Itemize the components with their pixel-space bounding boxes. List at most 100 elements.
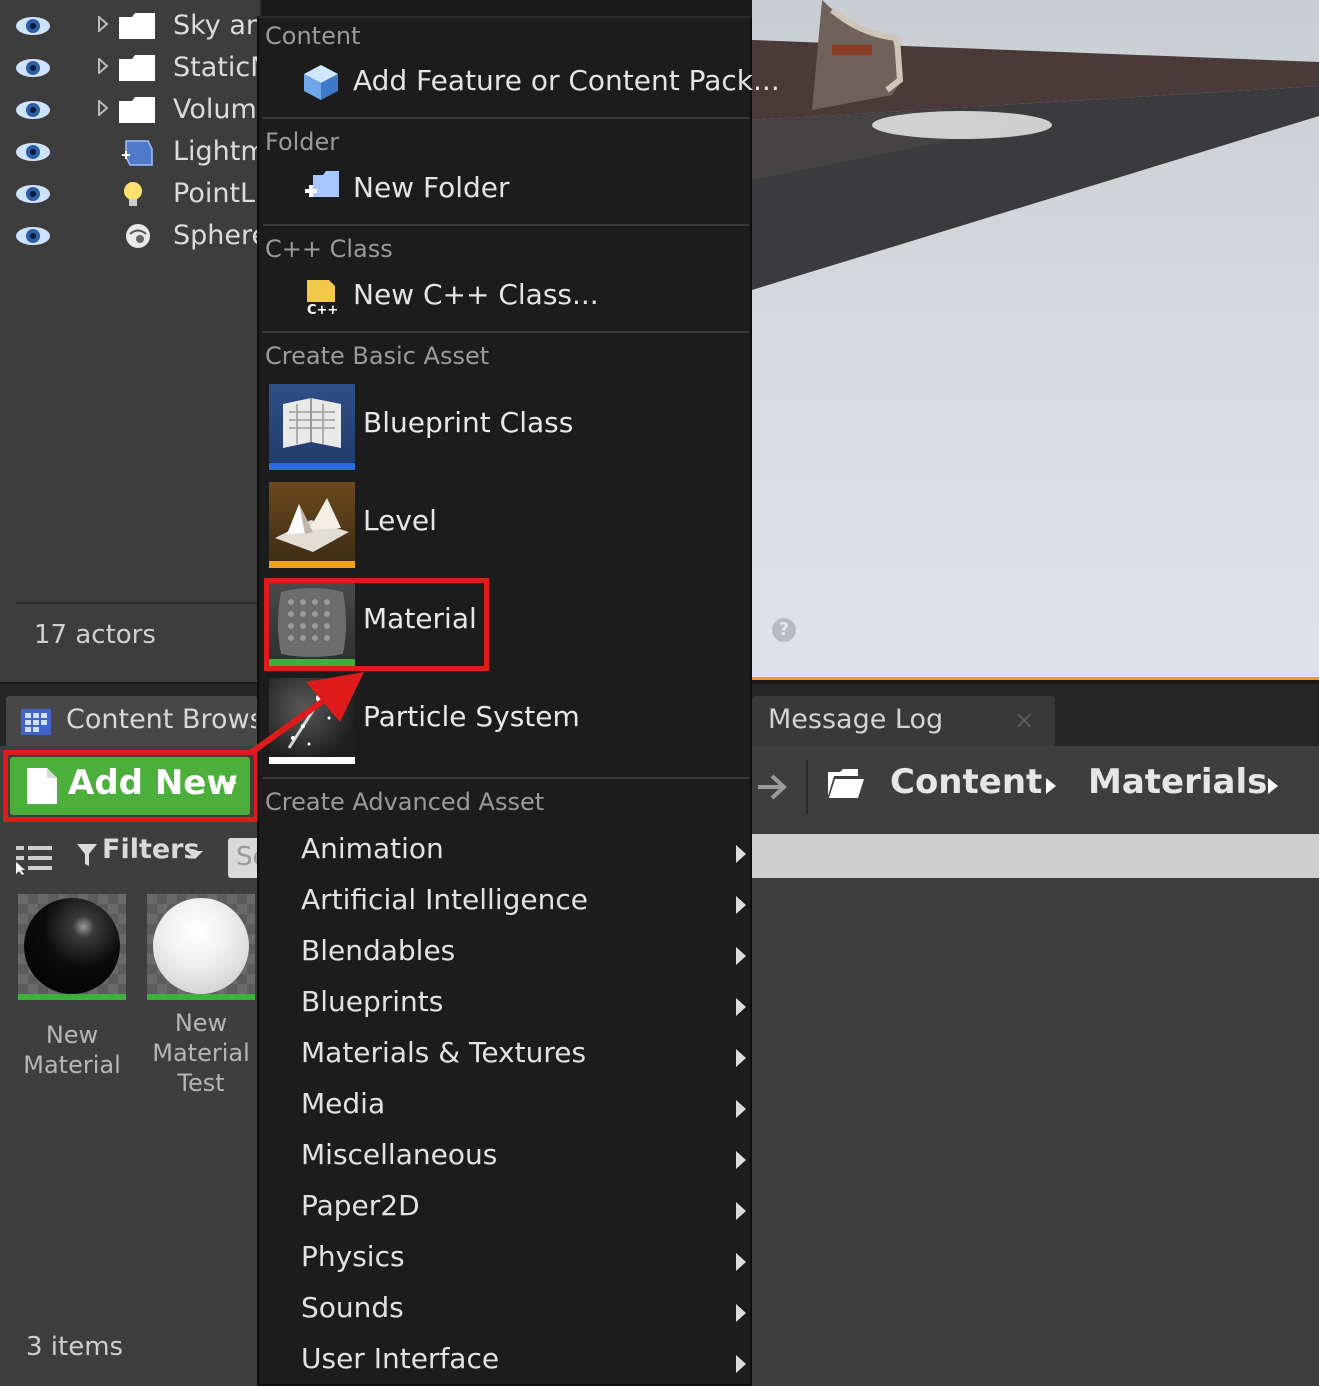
menu-item-add-feature[interactable]: Add Feature or Content Pack... bbox=[299, 58, 780, 106]
outliner-row-label: Lightmass bbox=[173, 136, 263, 167]
menu-item-label: User Interface bbox=[301, 1342, 500, 1375]
visibility-eye-icon[interactable] bbox=[14, 99, 52, 121]
outliner-row[interactable]: Lightmass bbox=[0, 130, 263, 172]
menu-item-animation[interactable]: Animation bbox=[301, 828, 751, 876]
section-header-advanced-asset: Create Advanced Asset bbox=[265, 788, 545, 816]
menu-item-label: Materials & Textures bbox=[301, 1036, 587, 1069]
menu-item-artificial-intelligence[interactable]: Artificial Intelligence bbox=[301, 879, 751, 927]
folder-icon bbox=[119, 97, 155, 123]
chevron-down-icon bbox=[221, 782, 237, 790]
folder-icon bbox=[119, 55, 155, 81]
items-count: 3 items bbox=[26, 1332, 124, 1362]
particle-system-icon bbox=[269, 678, 355, 764]
chevron-down-icon bbox=[187, 851, 203, 859]
menu-item-particle-system[interactable]: Particle System bbox=[267, 678, 747, 764]
outliner-row[interactable]: SphereReflection bbox=[0, 214, 263, 256]
viewport-scene bbox=[752, 0, 1319, 290]
submenu-arrow-icon bbox=[736, 998, 746, 1016]
add-new-button[interactable]: Add New bbox=[10, 757, 250, 815]
menu-item-user-interface[interactable]: User Interface bbox=[301, 1338, 751, 1386]
close-icon[interactable]: × bbox=[1014, 706, 1034, 734]
menu-item-label: Sounds bbox=[301, 1291, 404, 1324]
menu-item-blueprints[interactable]: Blueprints bbox=[301, 981, 751, 1029]
sphere-reflection-icon bbox=[126, 224, 150, 248]
point-light-icon bbox=[124, 182, 142, 206]
level-viewport[interactable]: ? bbox=[752, 0, 1319, 680]
submenu-arrow-icon bbox=[736, 896, 746, 914]
asset-name: New Material Test bbox=[152, 1009, 250, 1097]
divider bbox=[806, 760, 808, 814]
material-sphere-preview bbox=[24, 898, 120, 994]
divider bbox=[16, 602, 262, 604]
outliner-row[interactable]: Sky and Fog bbox=[0, 4, 263, 46]
outliner-row-label: StaticMeshes bbox=[173, 52, 263, 83]
menu-item-label: Blendables bbox=[301, 934, 456, 967]
submenu-arrow-icon bbox=[736, 845, 746, 863]
outliner-row-label: PointLight bbox=[173, 178, 263, 209]
submenu-arrow-icon bbox=[736, 1100, 746, 1118]
breadcrumb-arrow-icon[interactable] bbox=[1044, 776, 1058, 796]
asset-type-color-bar bbox=[269, 463, 355, 470]
submenu-arrow-icon bbox=[736, 947, 746, 965]
menu-item-blueprint-class[interactable]: Blueprint Class bbox=[267, 384, 747, 470]
breadcrumb-item-materials[interactable]: Materials bbox=[1088, 762, 1267, 802]
menu-item-level[interactable]: Level bbox=[267, 482, 747, 568]
outliner-row[interactable]: StaticMeshes bbox=[0, 46, 263, 88]
help-icon[interactable]: ? bbox=[772, 618, 796, 642]
outliner-row[interactable]: PointLight bbox=[0, 172, 263, 214]
menu-item-paper2d[interactable]: Paper2D bbox=[301, 1185, 751, 1233]
menu-item-label: New Folder bbox=[353, 171, 510, 204]
menu-item-sounds[interactable]: Sounds bbox=[301, 1287, 751, 1335]
asset-search-bar[interactable] bbox=[752, 834, 1319, 878]
folder-icon bbox=[119, 13, 155, 39]
actors-count: 17 actors bbox=[34, 620, 156, 650]
submenu-arrow-icon bbox=[736, 1253, 746, 1271]
tab-content-browser[interactable]: Content Browser bbox=[6, 696, 258, 746]
new-file-icon bbox=[27, 768, 57, 804]
menu-item-label: Blueprint Class bbox=[363, 406, 574, 439]
menu-item-label: Artificial Intelligence bbox=[301, 883, 588, 916]
menu-separator bbox=[263, 224, 749, 226]
visibility-eye-icon[interactable] bbox=[14, 141, 52, 163]
menu-item-label: Physics bbox=[301, 1240, 405, 1273]
asset-name: New Material bbox=[23, 1021, 121, 1079]
expand-arrow-icon[interactable] bbox=[97, 100, 109, 116]
menu-separator bbox=[263, 117, 749, 119]
section-header-cpp: C++ Class bbox=[265, 235, 393, 263]
menu-item-label: New C++ Class... bbox=[353, 278, 599, 311]
outliner-row[interactable]: Volumes bbox=[0, 88, 263, 130]
filter-icon[interactable] bbox=[76, 842, 98, 868]
menu-item-blendables[interactable]: Blendables bbox=[301, 930, 751, 978]
menu-item-label: Blueprints bbox=[301, 985, 444, 1018]
visibility-eye-icon[interactable] bbox=[14, 15, 52, 37]
menu-item-physics[interactable]: Physics bbox=[301, 1236, 751, 1284]
menu-item-new-folder[interactable]: New Folder bbox=[299, 165, 749, 213]
add-new-label: Add New bbox=[68, 763, 238, 803]
asset-type-color-bar bbox=[269, 757, 355, 764]
filters-button[interactable]: Filters bbox=[102, 834, 200, 865]
world-outliner-panel: Sky and Fog StaticMeshes Volumes Lightma… bbox=[0, 0, 263, 682]
breadcrumb-item-content[interactable]: Content bbox=[890, 762, 1042, 802]
menu-item-label: Paper2D bbox=[301, 1189, 420, 1222]
visibility-eye-icon[interactable] bbox=[14, 225, 52, 247]
tab-message-log[interactable]: Message Log × bbox=[752, 696, 1055, 746]
sources-panel-toggle-icon[interactable] bbox=[14, 842, 54, 876]
annotation-highlight-box bbox=[264, 578, 489, 671]
section-header-folder: Folder bbox=[265, 128, 340, 156]
menu-item-media[interactable]: Media bbox=[301, 1083, 751, 1131]
breadcrumb-arrow-icon[interactable] bbox=[1266, 776, 1280, 796]
menu-item-materials-textures[interactable]: Materials & Textures bbox=[301, 1032, 751, 1080]
blueprint-class-icon bbox=[269, 384, 355, 470]
menu-item-miscellaneous[interactable]: Miscellaneous bbox=[301, 1134, 751, 1182]
menu-item-label: Miscellaneous bbox=[301, 1138, 498, 1171]
menu-separator bbox=[263, 331, 749, 333]
visibility-eye-icon[interactable] bbox=[14, 57, 52, 79]
submenu-arrow-icon bbox=[736, 1151, 746, 1169]
outliner-row-label: SphereReflection bbox=[173, 220, 263, 251]
menu-item-new-cpp-class[interactable]: C++ New C++ Class... bbox=[299, 272, 749, 320]
arrow-right-icon[interactable] bbox=[756, 770, 790, 804]
expand-arrow-icon[interactable] bbox=[97, 58, 109, 74]
visibility-eye-icon[interactable] bbox=[14, 183, 52, 205]
expand-arrow-icon[interactable] bbox=[97, 16, 109, 32]
tab-label: Content Browser bbox=[66, 704, 256, 735]
